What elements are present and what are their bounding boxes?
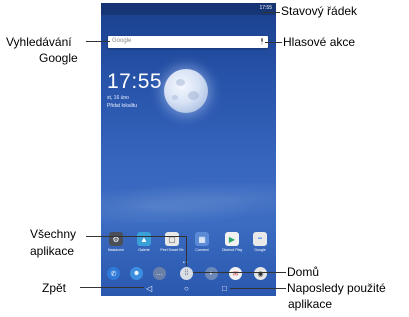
back-label: Zpět [42,281,67,295]
weather-moon-icon [164,69,208,113]
phone-icon[interactable]: ✆ [107,267,120,280]
status-bar[interactable]: 17:55 [101,3,276,15]
camera-icon[interactable]: ◉ [254,267,267,280]
voice-actions-label: Hlasové akce [283,35,356,49]
app-peel-smart-remote[interactable]: ▢ Peel Smart Re [159,232,185,252]
google-search-label-2: Google [39,51,78,65]
recent-apps-icon[interactable]: □ [222,284,227,293]
app-google-folder[interactable]: ▪▪ Google [247,232,273,252]
app-settings[interactable]: ⚙ Nastavení [103,232,129,252]
all-apps-leader-h [86,236,186,237]
weather-add-location[interactable]: Přidat lokalitu [107,103,137,109]
mic-icon[interactable] [260,38,264,45]
back-leader [80,287,144,288]
play-store-icon: ▶ [225,232,239,246]
recent-apps-label-2: aplikace [288,297,333,311]
app-label: Connect [195,248,209,252]
app-label: Nastavení [107,248,125,252]
phone-screen: 17:55 Google 17:55 st, 16 úno Přidat lok… [101,3,276,296]
all-apps-leader-v [186,236,187,266]
back-icon[interactable]: ◁ [146,284,152,293]
all-apps-icon[interactable]: ⁞⁞ [180,267,193,280]
clock-widget-time[interactable]: 17:55 [107,70,162,94]
home-label: Domů [287,265,320,279]
clock-widget-date: st, 16 úno [107,95,129,101]
app-play-store[interactable]: ▶ Obchod Play [219,232,245,252]
email-icon[interactable]: ✉ [229,267,242,280]
voice-actions-leader [265,42,282,43]
app-label: Galerie [138,248,150,252]
recent-apps-label-1: Naposledy použité [287,281,386,295]
all-apps-label-1: Všechny [30,227,77,241]
wallpaper-clouds [101,183,276,223]
app-label: Peel Smart Re [160,248,184,252]
google-folder-icon: ▪▪ [253,232,267,246]
app-label: Google [254,248,266,252]
connect-icon: ▦ [195,232,209,246]
gallery-icon: ▲ [137,232,151,246]
gear-icon: ⚙ [109,232,123,246]
remote-icon: ▢ [165,232,179,246]
recent-apps-leader [230,288,286,289]
status-time: 17:55 [259,5,272,11]
google-search-leader [86,41,110,42]
dock: ✆ ☻ … ⁞⁞ ◐ ✉ ◉ [101,265,276,283]
status-bar-leader [262,12,280,13]
app-label: Obchod Play [221,248,243,252]
google-search-label-1: Vyhledávání [6,35,72,49]
contacts-icon[interactable]: ☻ [130,267,143,280]
google-search-bar[interactable]: Google [108,36,268,48]
app-connect[interactable]: ▦ Connect [189,232,215,252]
messages-icon[interactable]: … [153,267,166,280]
home-icon[interactable]: ○ [184,284,189,293]
status-bar-label: Stavový řádek [281,4,358,18]
browser-icon[interactable]: ◐ [205,267,218,280]
home-leader [193,272,286,273]
navigation-bar: ◁ ○ □ [101,283,276,296]
all-apps-label-2: aplikace [30,244,75,258]
app-gallery[interactable]: ▲ Galerie [131,232,157,252]
search-input[interactable]: Google [112,38,131,44]
